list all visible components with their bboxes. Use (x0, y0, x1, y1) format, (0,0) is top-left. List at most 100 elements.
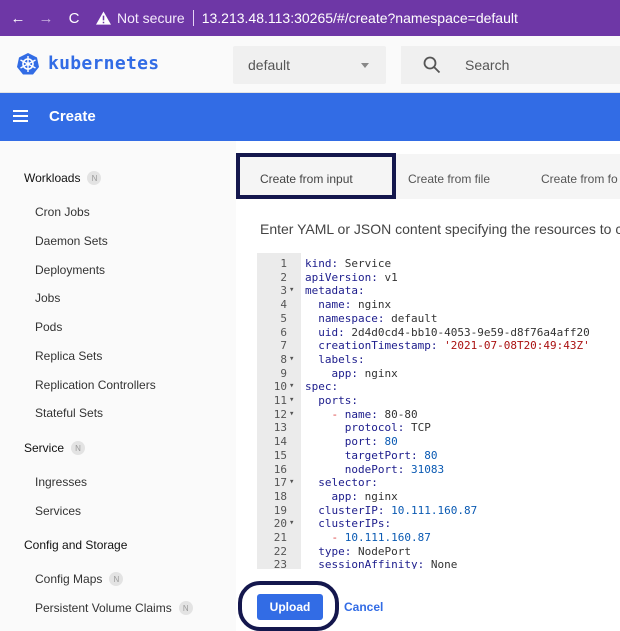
namespaced-badge: N (178, 601, 193, 615)
sidebar-section-service[interactable]: Service N (24, 441, 86, 455)
form-actions: Upload Cancel (236, 579, 620, 631)
browser-toolbar: ← → C Not secure 13.213.48.113:30265/#/c… (0, 0, 620, 36)
code-text: - 10.111.160.87 (331, 531, 431, 544)
line-number: 14 (273, 435, 287, 449)
section-label: Config and Storage (24, 538, 128, 552)
forward-icon[interactable]: → (36, 8, 56, 28)
url-text[interactable]: 13.213.48.113:30265/#/create?namespace=d… (202, 10, 518, 26)
line-number: 16 (273, 462, 287, 476)
item-label: Config Maps (35, 572, 103, 586)
item-label: Persistent Volume Claims (35, 601, 172, 615)
code-text: app: nginx (331, 489, 398, 503)
warning-icon (96, 11, 111, 25)
sidebar-item-cron-jobs[interactable]: Cron Jobs (35, 205, 90, 219)
sidebar-item-replication-controllers[interactable]: Replication Controllers (35, 378, 156, 392)
code-text: selector: (318, 476, 378, 490)
code-text: targetPort: 80 (344, 448, 438, 462)
line-number: 13 (273, 421, 287, 435)
fold-toggle-icon[interactable]: ▾ (289, 394, 294, 407)
sidebar-item-pods[interactable]: Pods (35, 320, 62, 334)
not-secure-label: Not secure (117, 10, 185, 26)
cancel-button[interactable]: Cancel (344, 600, 383, 614)
sidebar-item-daemon-sets[interactable]: Daemon Sets (35, 234, 108, 248)
sidebar-item-deployments[interactable]: Deployments (35, 263, 105, 277)
line-number: 4 (280, 298, 287, 312)
line-number: 19 (273, 503, 287, 517)
section-label: Workloads (24, 171, 81, 185)
namespaced-badge: N (109, 572, 124, 586)
code-text: protocol: TCP (344, 421, 431, 435)
line-number: 2 (280, 270, 287, 284)
code-text: apiVersion: v1 (305, 270, 398, 284)
sidebar-item-services[interactable]: Services (35, 504, 81, 518)
namespaced-badge: N (87, 171, 102, 185)
page-title: Create (49, 108, 96, 125)
code-text: nodePort: 31083 (344, 462, 445, 476)
tab-create-from-form[interactable]: Create from fo (541, 172, 618, 186)
reload-icon[interactable]: C (64, 8, 84, 28)
main-content: Create from input Create from file Creat… (236, 141, 620, 631)
line-number: 5 (280, 311, 287, 325)
line-number: 7 (280, 339, 287, 353)
code-text: sessionAffinity: None (318, 558, 458, 569)
fold-toggle-icon[interactable]: ▾ (289, 476, 294, 489)
code-text: name: nginx (318, 298, 392, 312)
back-icon[interactable]: ← (8, 8, 28, 28)
code-text: labels: (318, 352, 365, 366)
address-bar[interactable]: Not secure 13.213.48.113:30265/#/create?… (96, 10, 518, 26)
sidebar-item-persistent-volume-claims[interactable]: Persistent Volume Claims N (35, 601, 193, 615)
code-text: uid: 2d4d0cd4-bb10-4053-9e59-d8f76a4aff2… (318, 325, 590, 339)
line-number: 3 (280, 284, 287, 298)
code-text: creationTimestamp: '2021-07-08T20:49:43Z… (318, 339, 590, 353)
line-number: 17 (273, 476, 287, 490)
sidebar-item-config-maps[interactable]: Config Maps N (35, 572, 124, 586)
sidebar: Workloads N Cron Jobs Daemon Sets Deploy… (0, 141, 236, 631)
code-text: port: 80 (344, 435, 398, 449)
tab-create-from-file[interactable]: Create from file (408, 172, 490, 186)
line-number: 23 (273, 558, 287, 569)
menu-icon[interactable] (13, 110, 28, 122)
search-input[interactable]: Search (401, 46, 620, 84)
brand-name[interactable]: kubernetes (48, 53, 159, 74)
sidebar-section-workloads[interactable]: Workloads N (24, 171, 102, 185)
page-toolbar: Create (0, 93, 620, 141)
line-number: 12 (273, 407, 287, 421)
line-number: 9 (280, 366, 287, 380)
sidebar-item-stateful-sets[interactable]: Stateful Sets (35, 406, 103, 420)
search-icon (423, 56, 441, 74)
app-header: kubernetes default Search (0, 36, 620, 93)
code-text: metadata: (305, 284, 365, 298)
section-label: Service (24, 441, 65, 455)
line-number: 22 (273, 544, 287, 558)
yaml-editor[interactable]: 1 kind: Service 2 apiVersion: v1 3 ▾ metadata:… (257, 253, 620, 569)
code-text: spec: (305, 380, 339, 394)
code-text: - name: 80-80 (331, 407, 418, 421)
line-number: 21 (273, 531, 287, 544)
fold-toggle-icon[interactable]: ▾ (289, 380, 294, 393)
fold-toggle-icon[interactable]: ▾ (289, 353, 294, 366)
search-placeholder: Search (465, 57, 510, 73)
tab-create-from-input[interactable]: Create from input (260, 172, 353, 186)
sidebar-item-replica-sets[interactable]: Replica Sets (35, 349, 102, 363)
line-number: 15 (273, 448, 287, 462)
fold-toggle-icon[interactable]: ▾ (289, 284, 294, 297)
namespace-select[interactable]: default (233, 46, 386, 84)
line-number: 18 (273, 489, 287, 503)
editor-description: Enter YAML or JSON content specifying th… (260, 221, 620, 237)
namespaced-badge: N (71, 441, 86, 455)
namespace-value: default (248, 57, 291, 73)
sidebar-item-ingresses[interactable]: Ingresses (35, 475, 87, 489)
address-divider (192, 10, 194, 26)
upload-button[interactable]: Upload (257, 594, 323, 620)
sidebar-item-jobs[interactable]: Jobs (35, 291, 60, 305)
line-number: 8 (280, 352, 287, 366)
fold-toggle-icon[interactable]: ▾ (289, 517, 294, 530)
code-text: clusterIPs: (318, 517, 392, 531)
line-number: 10 (273, 380, 287, 394)
fold-toggle-icon[interactable]: ▾ (289, 408, 294, 421)
code-text: app: nginx (331, 366, 398, 380)
sidebar-section-config-storage[interactable]: Config and Storage (24, 538, 127, 552)
code-text: clusterIP: 10.111.160.87 (318, 503, 478, 517)
code-text: type: NodePort (318, 544, 411, 558)
kubernetes-logo-icon[interactable] (16, 52, 40, 76)
